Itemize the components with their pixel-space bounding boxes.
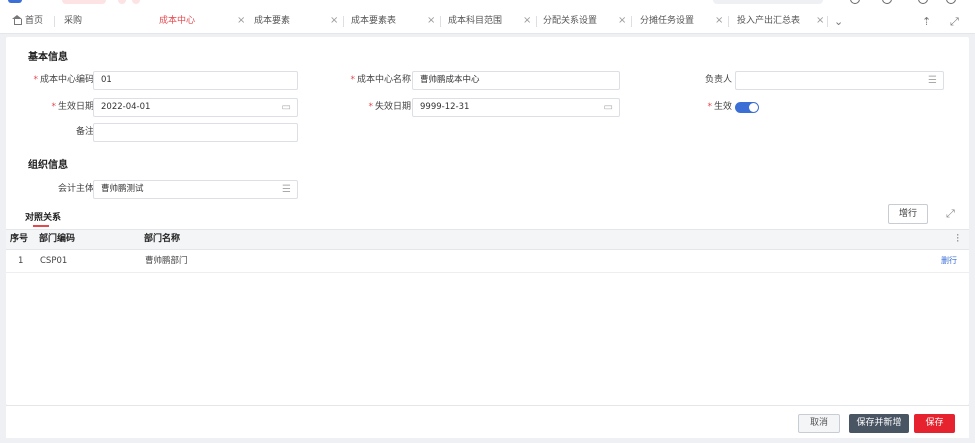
tab-cost-element-table[interactable]: 成本要素表: [351, 8, 396, 34]
cost-center-code-label: * 成本中心编码: [33, 75, 94, 85]
tab-close-icon[interactable]: ×: [324, 8, 338, 34]
tab-close-icon[interactable]: ×: [231, 8, 245, 34]
end-date-label: * 失效日期: [368, 102, 411, 112]
cost-center-name-label: * 成本中心名称: [350, 75, 411, 85]
column-header-dept-code[interactable]: 部门编码: [39, 230, 75, 249]
active-tab-indicator: [33, 225, 49, 227]
cancel-button[interactable]: 取消: [798, 414, 840, 433]
chevron-down-icon[interactable]: ⌄: [834, 16, 843, 27]
expand-icon[interactable]: ⤢: [946, 207, 955, 221]
remark-label: 备注: [75, 127, 94, 137]
tab-divider: [440, 16, 441, 27]
tab-divider: [343, 16, 344, 27]
tab-label: 首页: [25, 16, 44, 26]
save-button[interactable]: 保存: [914, 414, 955, 433]
field-value: 曹帅鹏成本中心: [420, 75, 480, 85]
cell-dept-code[interactable]: CSP01: [40, 250, 67, 272]
calendar-icon[interactable]: ▭: [282, 101, 291, 114]
tab-label: 分摊任务设置: [640, 16, 695, 26]
cell-seq: 1: [18, 256, 24, 266]
section-title-basic: 基本信息: [28, 52, 68, 63]
field-value: 2022-04-01: [101, 102, 151, 112]
cell-dept-name[interactable]: 曹帅鹏部门: [145, 250, 188, 272]
table-header: 序号 部门编码 部门名称 ⫶: [6, 229, 969, 250]
tab-home[interactable]: 首页: [12, 8, 43, 34]
tab-label: 成本要素表: [351, 16, 397, 26]
tab-label: 分配关系设置: [543, 16, 598, 26]
start-date-label: * 生效日期: [51, 102, 94, 112]
start-date-field[interactable]: 2022-04-01 ▭: [93, 98, 298, 117]
tab-close-icon[interactable]: ×: [421, 8, 435, 34]
tab-cost-account-range[interactable]: 成本科目范围: [448, 8, 502, 34]
tab-close-icon[interactable]: ×: [810, 8, 824, 34]
tab-label: 成本科目范围: [448, 16, 503, 26]
tab-cost-element[interactable]: 成本要素: [254, 8, 290, 34]
accounting-entity-label: 会计主体: [57, 184, 94, 194]
global-search-input[interactable]: [713, 0, 823, 4]
tab-bar: 首页 采购 成本中心 × 成本要素 × 成本要素表 × 成本科目范围 × 分配关…: [0, 8, 975, 34]
tab-label: 成本中心: [159, 16, 196, 26]
header-dot-icon[interactable]: [118, 0, 126, 4]
tab-divider: [728, 16, 729, 27]
owner-label: 负责人: [704, 75, 732, 85]
end-date-field[interactable]: 9999-12-31 ▭: [412, 98, 620, 117]
cost-center-code-field[interactable]: 01: [93, 71, 298, 90]
tab-divider: [54, 16, 55, 27]
header-dot-icon[interactable]: [132, 0, 140, 4]
accounting-entity-field[interactable]: 曹帅鹏测试 ☰: [93, 180, 298, 199]
app-logo-icon: [8, 0, 22, 3]
top-header-strip: [0, 0, 975, 8]
form-panel: 基本信息 * 成本中心编码 01 * 成本中心名称 曹帅鹏成本中心 负责人 ☰ * 生…: [6, 37, 969, 405]
tab-divider: [536, 16, 537, 27]
tab-mapping[interactable]: 对照关系: [25, 210, 61, 223]
column-header-dept-name[interactable]: 部门名称: [144, 230, 180, 249]
remark-field[interactable]: [93, 123, 298, 142]
field-value: 曹帅鹏测试: [101, 184, 144, 194]
cost-center-name-field[interactable]: 曹帅鹏成本中心: [412, 71, 620, 90]
list-icon[interactable]: ☰: [282, 183, 291, 196]
column-settings-icon[interactable]: ⫶: [956, 233, 959, 245]
field-value: 01: [101, 75, 112, 85]
tab-close-icon[interactable]: ×: [709, 8, 723, 34]
active-label: * 生效: [707, 102, 732, 112]
save-and-new-button[interactable]: 保存并新增: [849, 414, 909, 433]
tab-close-icon[interactable]: ×: [612, 8, 626, 34]
tab-label: 采购: [64, 16, 83, 26]
table-row[interactable]: 1 CSP01 曹帅鹏部门 删行: [6, 250, 969, 273]
tab-label: 成本要素: [254, 16, 291, 26]
delete-row-link[interactable]: 删行: [941, 250, 957, 272]
tab-label: 投入产出汇总表: [737, 16, 801, 26]
tab-io-summary[interactable]: 投入产出汇总表: [737, 8, 800, 34]
tab-cost-center[interactable]: 成本中心: [159, 8, 195, 34]
tab-divider: [631, 16, 632, 27]
add-row-button[interactable]: 增行: [888, 204, 928, 224]
header-action-icon[interactable]: [882, 0, 892, 4]
field-value: 9999-12-31: [420, 102, 470, 112]
fullscreen-icon[interactable]: ⤢: [950, 16, 959, 27]
calendar-icon[interactable]: ▭: [604, 101, 613, 114]
tab-purchase[interactable]: 采购: [64, 8, 82, 34]
footer-bar: 取消 保存并新增 保存: [6, 405, 969, 438]
header-pill[interactable]: [62, 0, 106, 4]
section-title-org: 组织信息: [28, 160, 68, 171]
tab-apportion-task[interactable]: 分摊任务设置: [640, 8, 694, 34]
pin-icon[interactable]: ⇡: [922, 16, 931, 27]
column-header-seq: 序号: [10, 234, 29, 244]
tab-allocation-setup[interactable]: 分配关系设置: [543, 8, 597, 34]
owner-field[interactable]: ☰: [735, 71, 944, 90]
header-action-icon[interactable]: [946, 0, 956, 4]
tab-divider: [827, 16, 828, 27]
header-action-icon[interactable]: [918, 0, 928, 4]
home-icon: [12, 15, 22, 25]
active-toggle[interactable]: [735, 102, 759, 113]
tab-close-icon[interactable]: ×: [517, 8, 531, 34]
list-icon[interactable]: ☰: [928, 74, 937, 87]
header-action-icon[interactable]: [850, 0, 860, 4]
